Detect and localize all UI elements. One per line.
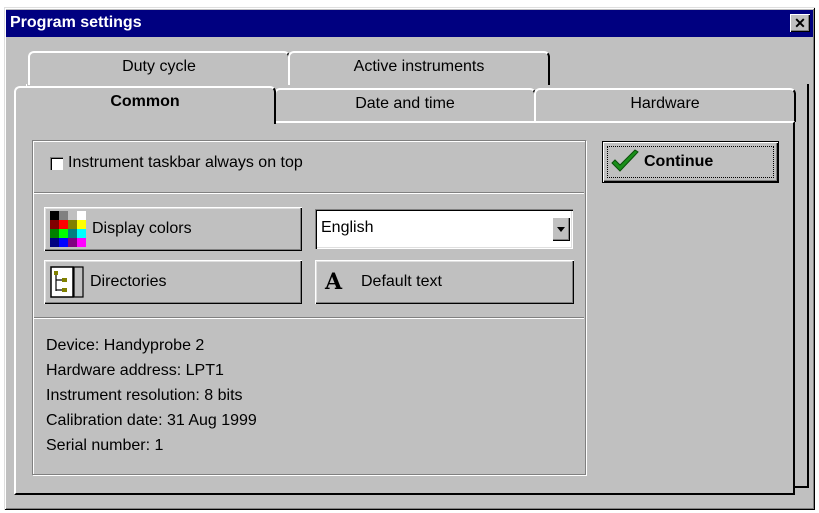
language-selected-value: English (321, 219, 374, 236)
checkmark-icon (611, 149, 639, 172)
serial-number-info: Serial number: 1 (46, 437, 164, 454)
continue-label: Continue (644, 153, 714, 170)
separator (34, 317, 584, 319)
instrument-resolution-info: Instrument resolution: 8 bits (46, 387, 243, 404)
default-text-label: Default text (361, 273, 442, 290)
display-colors-button[interactable]: Display colors (44, 207, 302, 251)
hardware-address-info: Hardware address: LPT1 (46, 362, 224, 379)
chevron-down-icon[interactable] (552, 217, 570, 241)
directory-tree-icon (50, 266, 84, 298)
default-text-button[interactable]: A Default text (315, 260, 574, 304)
palette-icon (50, 211, 86, 247)
calibration-date-info: Calibration date: 31 Aug 1999 (46, 412, 257, 429)
directories-label: Directories (90, 273, 167, 290)
separator (34, 192, 584, 194)
device-info: Device: Handyprobe 2 (46, 337, 205, 354)
taskbar-always-on-top-checkbox[interactable] (50, 157, 63, 170)
language-select[interactable]: English (315, 209, 573, 249)
display-colors-label: Display colors (92, 220, 192, 237)
directories-button[interactable]: Directories (44, 260, 302, 304)
taskbar-always-on-top-label: Instrument taskbar always on top (68, 154, 303, 171)
font-icon: A (325, 269, 343, 295)
continue-button[interactable]: Continue (602, 141, 779, 183)
